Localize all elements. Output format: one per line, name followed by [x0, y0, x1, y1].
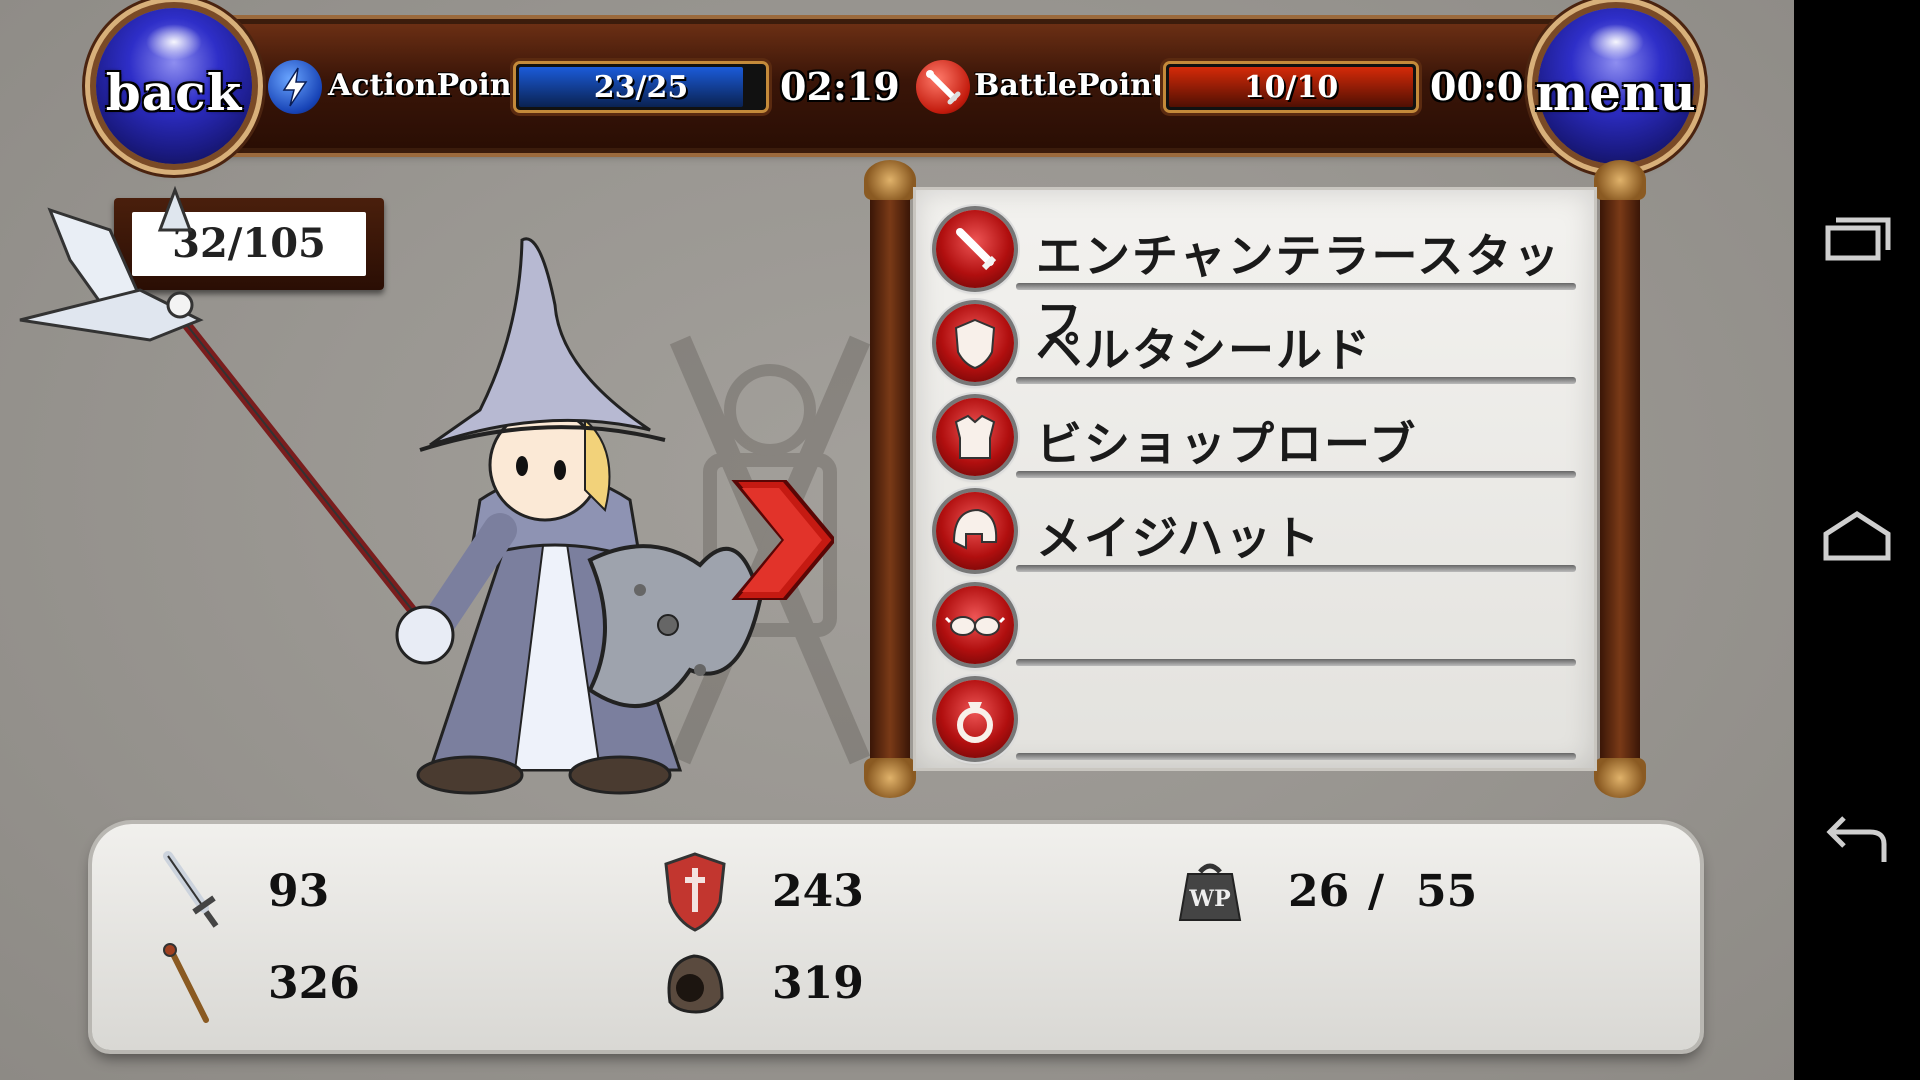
magic-defense-value: 319	[772, 958, 864, 1009]
battle-point-value: 10/10	[1243, 70, 1339, 105]
glasses-icon	[936, 586, 1014, 664]
battle-point-gauge: 10/10	[1166, 64, 1416, 110]
attack-value: 93	[268, 866, 330, 917]
equipment-panel: エンチャンテラースタッフ ペルタシールド ビショップローブ メイジハット	[864, 160, 1646, 798]
weight-current: 26	[1288, 866, 1350, 917]
back-button[interactable]: back	[96, 8, 252, 164]
battle-point-timer: 00:00	[1430, 64, 1550, 109]
back-arrow-icon	[1826, 816, 1887, 862]
menu-label: menu	[1535, 62, 1697, 122]
weight-max: 55	[1416, 866, 1478, 917]
equip-slot-weapon[interactable]: エンチャンテラースタッフ	[916, 202, 1594, 349]
equip-name-shield: ペルタシールド	[1036, 323, 1372, 377]
defense-shield-icon	[664, 852, 726, 932]
magic-attack-value: 326	[268, 958, 360, 1009]
equip-slot-helmet[interactable]: メイジハット	[916, 484, 1594, 578]
back-label: back	[105, 62, 243, 122]
next-arrow-icon[interactable]	[724, 480, 834, 600]
equip-slot-armor[interactable]: ビショップローブ	[916, 390, 1594, 484]
weight-separator: /	[1368, 866, 1385, 917]
recent-apps-icon	[1825, 217, 1891, 261]
equip-slot-ring[interactable]	[916, 672, 1594, 766]
action-point-value: 23/25	[593, 70, 689, 105]
right-pillar	[1594, 160, 1646, 798]
equip-slot-accessory[interactable]	[916, 578, 1594, 672]
equip-name-armor: ビショップローブ	[1036, 417, 1418, 471]
sword-cross-icon	[916, 60, 970, 114]
lightning-icon	[268, 60, 322, 114]
armor-icon	[936, 398, 1014, 476]
weight-icon: WP	[1170, 858, 1250, 924]
system-back-button[interactable]	[1818, 800, 1896, 878]
menu-button[interactable]: menu	[1535, 8, 1697, 164]
wand-stat-icon	[163, 943, 209, 1023]
weight-badge-text: WP	[1189, 886, 1231, 912]
defense-value: 243	[772, 866, 864, 917]
action-point-timer: 02:19	[780, 64, 900, 109]
action-point-label: ActionPoint	[328, 68, 526, 103]
system-nav-bar	[1794, 0, 1920, 1080]
sword-stat-icon	[163, 851, 219, 928]
sword-icon	[936, 210, 1014, 288]
recent-apps-button[interactable]	[1818, 200, 1896, 278]
equip-name-helmet: メイジハット	[1036, 511, 1322, 565]
stats-panel: 93 326 243 319 WP 26 / 55	[92, 824, 1700, 1050]
ring-icon	[936, 680, 1014, 758]
helmet-icon	[936, 492, 1014, 570]
action-point-gauge: 23/25	[516, 64, 766, 110]
shield-icon	[936, 304, 1014, 382]
top-bar: ActionPoint 23/25 02:19 BattlePoint 10/1…	[150, 24, 1590, 148]
battle-point-label: BattlePoint	[974, 68, 1166, 103]
hood-stat-icon	[667, 954, 724, 1014]
home-icon	[1823, 511, 1891, 561]
equip-slot-shield[interactable]: ペルタシールド	[916, 296, 1594, 390]
left-pillar	[864, 160, 916, 798]
game-screen: ActionPoint 23/25 02:19 BattlePoint 10/1…	[0, 0, 1794, 1080]
home-button[interactable]	[1818, 500, 1896, 578]
